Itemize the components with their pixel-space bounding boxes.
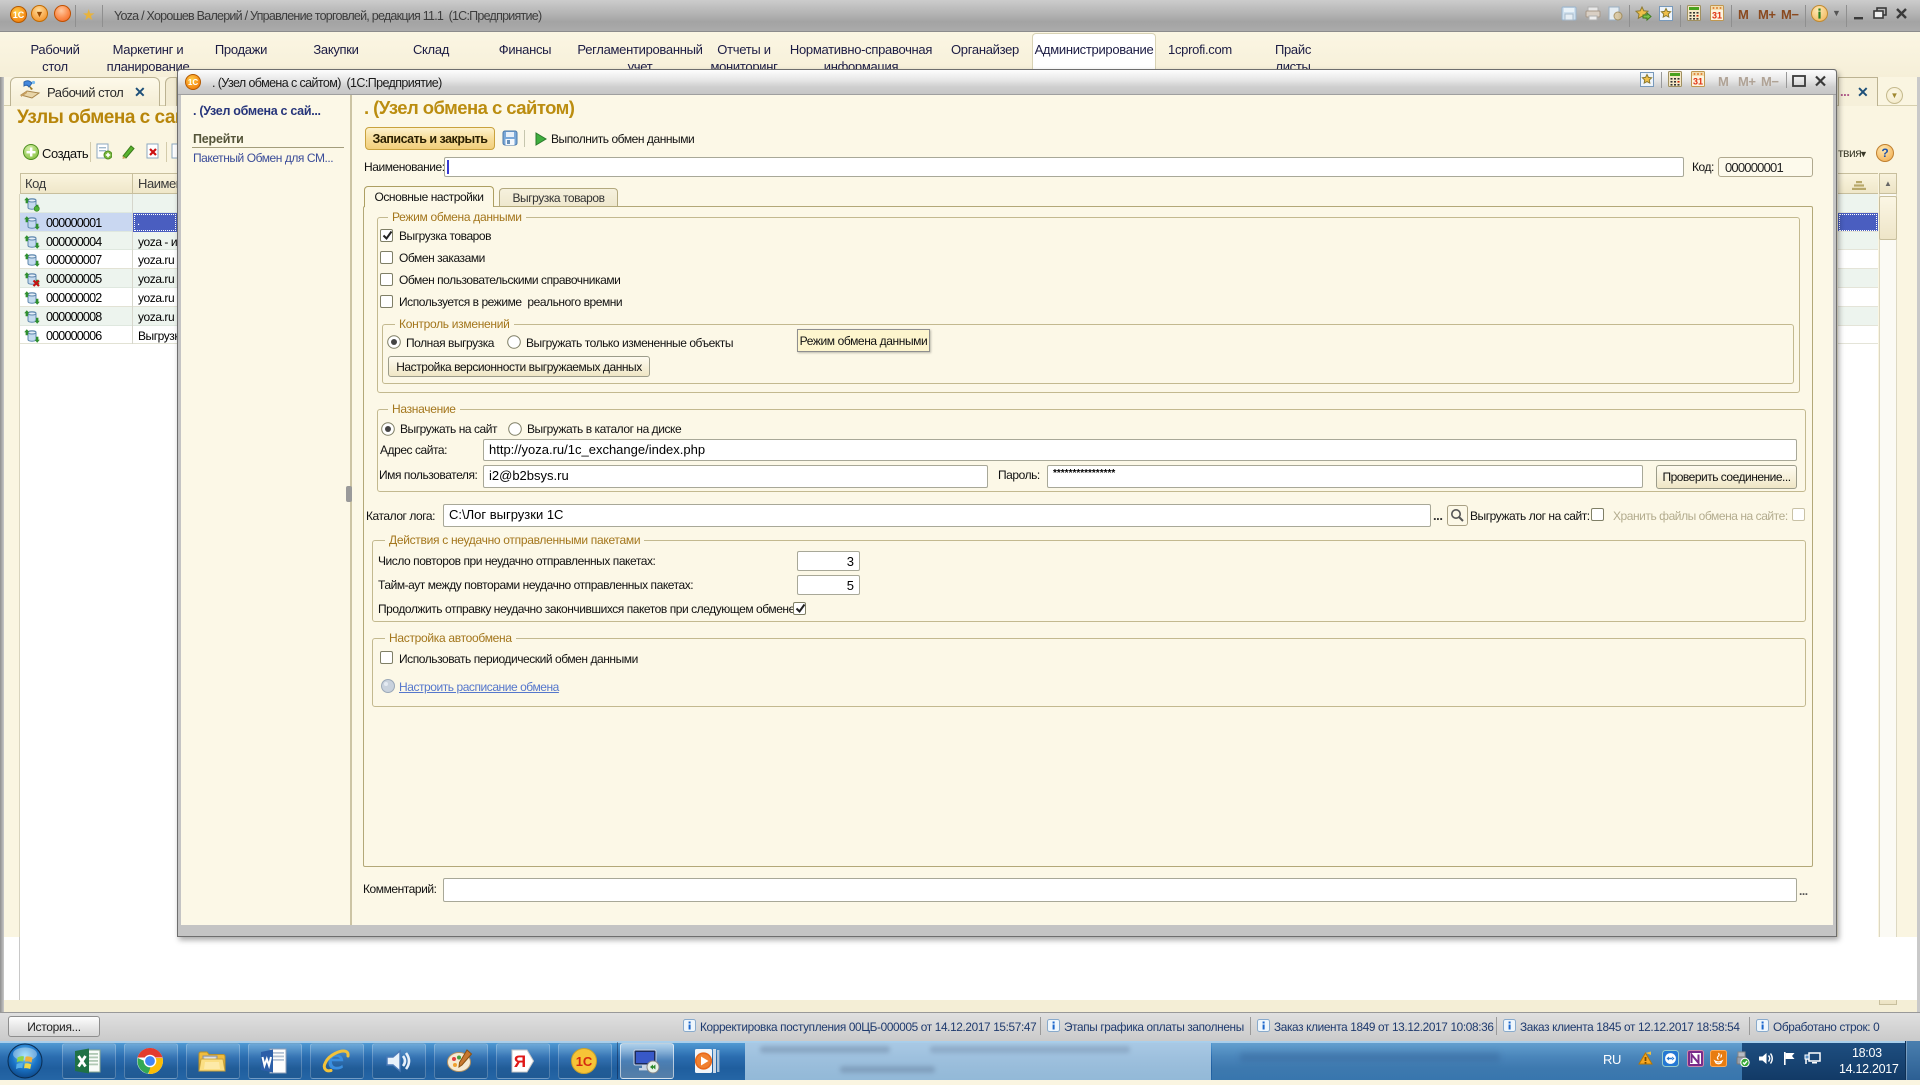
svg-text:31: 31 xyxy=(1693,77,1703,87)
svg-text:Я: Я xyxy=(514,1052,526,1071)
svg-text:31: 31 xyxy=(1712,11,1722,21)
svg-text:1С: 1С xyxy=(576,1054,593,1069)
